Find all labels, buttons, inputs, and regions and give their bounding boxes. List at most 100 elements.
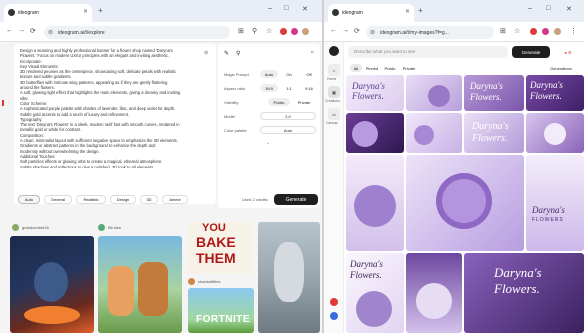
minimize-icon[interactable]: – <box>268 5 272 12</box>
generated-image[interactable] <box>346 113 404 153</box>
feed-image-cartoon[interactable] <box>98 236 182 333</box>
sidebar-item-canvas[interactable]: ▭ <box>328 108 340 120</box>
bookmark-star-icon[interactable]: ☆ <box>266 27 272 35</box>
back-icon[interactable]: ← <box>6 27 13 34</box>
feed-image-smoke[interactable] <box>258 222 320 333</box>
account-icon[interactable] <box>330 312 338 320</box>
generated-image[interactable] <box>406 155 524 251</box>
close-window-icon[interactable]: ✕ <box>566 5 572 13</box>
generated-image[interactable]: Daryna's Flowers. <box>464 75 524 111</box>
search-input[interactable]: Describe what you want to see <box>348 46 508 58</box>
notification-icon[interactable] <box>330 298 338 306</box>
prompt-textarea[interactable]: Design a stunning and highly professiona… <box>20 48 206 168</box>
avatar <box>188 278 195 285</box>
aspect-1-1[interactable]: 1:1 <box>280 84 298 92</box>
banner-title: Daryna's <box>352 81 385 91</box>
site-info-icon[interactable]: ⊜ <box>48 29 53 36</box>
feed-image-game[interactable]: FORTNITE <box>188 288 254 333</box>
chevron-down-icon[interactable]: ⌄ <box>266 140 270 146</box>
aspect-16-9[interactable]: 16:9 <box>260 84 278 92</box>
color-palette-select[interactable]: Auto <box>260 126 316 134</box>
visibility-private[interactable]: Private <box>292 98 316 106</box>
aspect-9-16[interactable]: 9:16 <box>300 84 318 92</box>
generate-button[interactable]: Generate <box>274 194 318 205</box>
menu-icon[interactable]: ⋮ <box>570 27 577 35</box>
reload-icon[interactable]: ⟳ <box>354 27 360 35</box>
tab-ideogram[interactable]: ideogram ✕ <box>4 4 92 22</box>
new-tab-icon[interactable]: + <box>418 6 423 15</box>
bookmark-star-icon[interactable]: ☆ <box>514 27 520 35</box>
forward-icon[interactable]: → <box>18 27 25 34</box>
new-tab-icon[interactable]: + <box>98 6 103 15</box>
maximize-icon[interactable]: □ <box>546 5 550 12</box>
profile-avatar-icon[interactable] <box>554 28 561 35</box>
banner-title: Flowers. <box>470 92 502 102</box>
forward-icon[interactable]: → <box>342 27 349 34</box>
generated-image[interactable]: Daryna's Flowers. <box>526 75 584 111</box>
generate-button[interactable]: Generate <box>512 46 550 58</box>
site-info-icon[interactable]: ⊜ <box>370 29 375 36</box>
translate-icon[interactable]: ⊞ <box>500 27 506 35</box>
minimize-icon[interactable]: – <box>528 5 532 12</box>
ideogram-favicon-icon <box>8 9 15 16</box>
magic-wand-icon[interactable]: ✎ <box>224 50 229 57</box>
tab-ideogram[interactable]: ideogram ✕ <box>328 4 414 22</box>
upgrade-badge[interactable]: ● ⚙ <box>556 48 580 56</box>
ideogram-logo-icon[interactable] <box>329 46 339 56</box>
generated-image[interactable] <box>346 155 404 251</box>
sidebar-item-creations[interactable]: ▦ <box>328 86 340 98</box>
generated-image[interactable]: Daryna's Flowers. <box>464 253 584 333</box>
feed-image-poster[interactable]: YOU BAKE THEM <box>188 222 254 274</box>
filter-public[interactable]: Public <box>382 64 398 72</box>
style-tab-realistic[interactable]: Realistic <box>76 195 106 204</box>
poster-line-1: YOU <box>202 222 226 234</box>
url-field[interactable]: ⊜ ideogram.ai/t/my-images?f=g... <box>366 26 494 39</box>
generated-image[interactable]: Daryna's Flowers. <box>346 253 404 333</box>
profile-avatar-icon[interactable] <box>302 28 309 35</box>
magic-prompt-on[interactable]: On <box>280 70 298 78</box>
filter-all[interactable]: All <box>350 64 362 72</box>
card-user-2: Bit slee <box>108 225 122 230</box>
generated-image[interactable] <box>526 113 584 153</box>
style-tab-auto[interactable]: Auto <box>18 195 40 204</box>
zoom-icon[interactable]: ⚲ <box>252 27 257 35</box>
prompt-panel: Design a stunning and highly professiona… <box>14 44 216 204</box>
pin-icon[interactable]: ⚲ <box>236 50 240 57</box>
generated-image[interactable]: Daryna's FLOWERS <box>526 155 584 251</box>
reload-icon[interactable]: ⟳ <box>30 27 36 35</box>
close-window-icon[interactable]: ✕ <box>302 5 308 13</box>
generated-image[interactable] <box>406 75 462 111</box>
filter-pinned[interactable]: Pinned <box>364 64 380 72</box>
close-panel-icon[interactable]: ✕ <box>310 50 314 56</box>
style-tab-3d[interactable]: 3D <box>140 195 158 204</box>
extension-red-icon[interactable] <box>530 28 537 35</box>
style-tab-design[interactable]: Design <box>110 195 136 204</box>
generated-image[interactable] <box>406 113 462 153</box>
color-palette-label: Color palette <box>224 128 247 133</box>
generations-dropdown[interactable]: Generations <box>542 64 580 72</box>
sidebar-item-home[interactable]: ⌂ <box>328 64 340 76</box>
feed-image-creature[interactable] <box>10 236 94 333</box>
model-select[interactable]: 2.0 <box>260 112 316 120</box>
tab-bar: ideogram ✕ + – □ ✕ <box>0 0 322 22</box>
extension-red-icon[interactable] <box>280 28 287 35</box>
generated-image[interactable]: Daryna's Flowers. <box>346 75 404 111</box>
style-tab-anime[interactable]: Anime <box>162 195 188 204</box>
maximize-icon[interactable]: □ <box>284 5 288 12</box>
translate-icon[interactable]: ⊞ <box>238 27 244 35</box>
close-tab-icon[interactable]: ✕ <box>83 8 88 15</box>
extension-pink-icon[interactable] <box>291 28 298 35</box>
close-tab-icon[interactable]: ✕ <box>405 8 410 15</box>
filter-private[interactable]: Private <box>400 64 418 72</box>
magic-prompt-auto[interactable]: Auto <box>260 70 278 78</box>
visibility-public[interactable]: Public <box>268 98 290 106</box>
magic-prompt-off[interactable]: Off <box>300 70 318 78</box>
extension-pink-icon[interactable] <box>542 28 549 35</box>
edit-prompt-icon[interactable]: ⊘ <box>204 50 208 56</box>
url-field[interactable]: ⊜ ideogram.ai/t/explore <box>44 26 230 39</box>
back-icon[interactable]: ← <box>330 27 337 34</box>
generated-image[interactable] <box>406 253 462 333</box>
generated-image[interactable]: Daryna's Flowers. <box>464 113 524 153</box>
style-tab-general[interactable]: General <box>44 195 72 204</box>
app-sidebar: ⌂ Home ▦ Creations ▭ Canvas <box>324 42 344 333</box>
